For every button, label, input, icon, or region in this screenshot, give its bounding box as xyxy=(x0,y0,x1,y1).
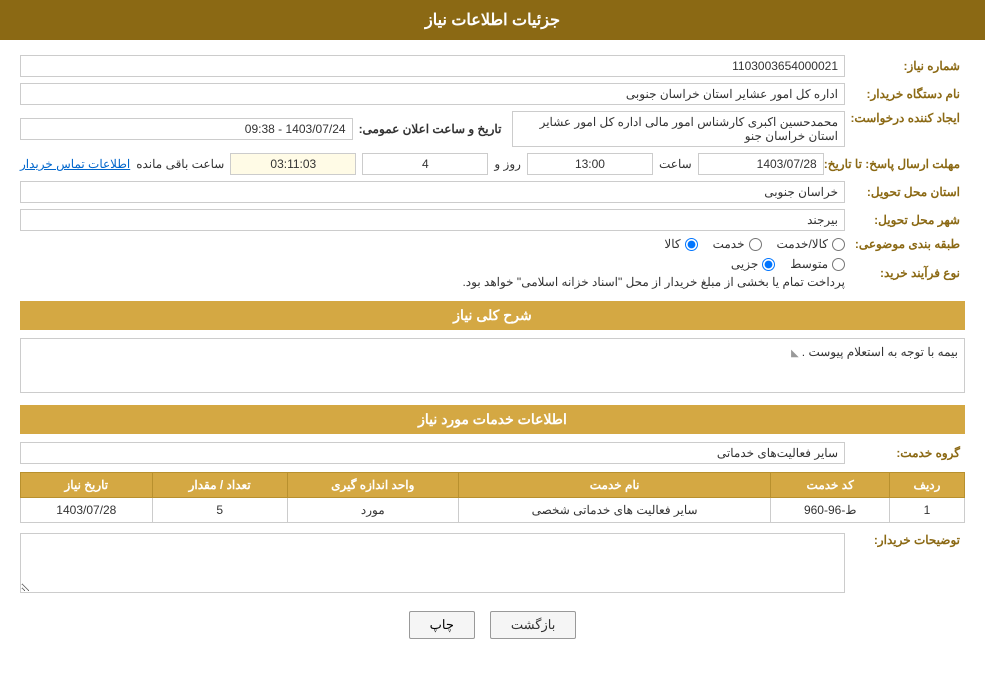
buyer-name-label: نام دستگاه خریدار: xyxy=(845,87,965,101)
radio-motavasset-label: متوسط xyxy=(790,257,828,271)
creator-value: محمدحسین اکبری کارشناس امور مالی اداره ک… xyxy=(512,111,845,147)
radio-khedmat-label: خدمت xyxy=(713,237,745,251)
buyer-notes-label: توضیحات خریدار: xyxy=(845,533,965,547)
radio-kala-khedmat[interactable]: کالا/خدمت xyxy=(777,237,845,251)
resize-icon: ◢ xyxy=(791,348,799,359)
description-section-title: شرح کلی نیاز xyxy=(20,301,965,330)
radio-kala-input[interactable] xyxy=(685,238,698,251)
col-service-code: کد خدمت xyxy=(771,473,890,498)
radio-khedmat[interactable]: خدمت xyxy=(713,237,762,251)
col-date: تاریخ نیاز xyxy=(21,473,153,498)
response-remain-label: ساعت باقی مانده xyxy=(136,157,224,171)
response-time: 13:00 xyxy=(527,153,653,175)
print-button[interactable]: چاپ xyxy=(409,611,475,639)
response-days-label: روز و xyxy=(494,157,521,171)
response-time-label: ساعت xyxy=(659,157,692,171)
delivery-province-label: استان محل تحویل: xyxy=(845,185,965,199)
radio-kala-khedmat-input[interactable] xyxy=(832,238,845,251)
radio-motavasset-input[interactable] xyxy=(832,258,845,271)
radio-jozi[interactable]: جزیی xyxy=(731,257,775,271)
delivery-city-label: شهر محل تحویل: xyxy=(845,213,965,227)
radio-jozi-label: جزیی xyxy=(731,257,758,271)
group-service-value: سایر فعالیت‌های خدماتی xyxy=(20,442,845,464)
services-section-title: اطلاعات خدمات مورد نیاز xyxy=(20,405,965,434)
buyer-name-value: اداره کل امور عشایر استان خراسان جنوبی xyxy=(20,83,845,105)
cell-quantity: 5 xyxy=(152,498,287,523)
col-unit: واحد اندازه گیری xyxy=(287,473,458,498)
cell-date: 1403/07/28 xyxy=(21,498,153,523)
response-date: 1403/07/28 xyxy=(698,153,824,175)
response-days: 4 xyxy=(362,153,488,175)
buyer-notes-textarea[interactable] xyxy=(20,533,845,593)
group-service-label: گروه خدمت: xyxy=(845,446,965,460)
cell-code: ط-96-960 xyxy=(771,498,890,523)
delivery-province-value: خراسان جنوبی xyxy=(20,181,845,203)
description-box: بیمه با توجه به استعلام پیوست . ◢ xyxy=(20,338,965,393)
cell-unit: مورد xyxy=(287,498,458,523)
col-service-name: نام خدمت xyxy=(458,473,771,498)
col-row-number: ردیف xyxy=(890,473,965,498)
cell-row: 1 xyxy=(890,498,965,523)
delivery-city-value: بیرجند xyxy=(20,209,845,231)
radio-khedmat-input[interactable] xyxy=(749,238,762,251)
services-table: ردیف کد خدمت نام خدمت واحد اندازه گیری ت… xyxy=(20,472,965,523)
process-description: پرداخت تمام یا بخشی از مبلغ خریدار از مح… xyxy=(20,275,845,289)
back-button[interactable]: بازگشت xyxy=(490,611,576,639)
cell-name: سایر فعالیت های خدماتی شخصی xyxy=(458,498,771,523)
niyaz-number-value: 1103003654000021 xyxy=(20,55,845,77)
contact-info-link[interactable]: اطلاعات تماس خریدار xyxy=(20,157,130,171)
radio-kala[interactable]: کالا xyxy=(664,237,697,251)
radio-kala-label: کالا xyxy=(664,237,680,251)
process-label: نوع فرآیند خرید: xyxy=(845,266,965,280)
announcement-label: تاریخ و ساعت اعلان عمومی: xyxy=(359,122,507,136)
response-remain: 03:11:03 xyxy=(230,153,356,175)
page-title: جزئیات اطلاعات نیاز xyxy=(0,0,985,40)
buttons-row: بازگشت چاپ xyxy=(20,611,965,654)
description-value: بیمه با توجه به استعلام پیوست . xyxy=(802,345,958,359)
radio-kala-khedmat-label: کالا/خدمت xyxy=(777,237,828,251)
radio-jozi-input[interactable] xyxy=(762,258,775,271)
col-quantity: تعداد / مقدار xyxy=(152,473,287,498)
radio-motavasset[interactable]: متوسط xyxy=(790,257,845,271)
announcement-value: 1403/07/24 - 09:38 xyxy=(20,118,353,140)
table-row: 1 ط-96-960 سایر فعالیت های خدماتی شخصی م… xyxy=(21,498,965,523)
category-label: طبقه بندی موضوعی: xyxy=(845,237,965,251)
niyaz-number-label: شماره نیاز: xyxy=(845,59,965,73)
creator-label: ایجاد کننده درخواست: xyxy=(845,111,965,125)
response-deadline-label: مهلت ارسال پاسخ: تا تاریخ: xyxy=(824,157,965,171)
